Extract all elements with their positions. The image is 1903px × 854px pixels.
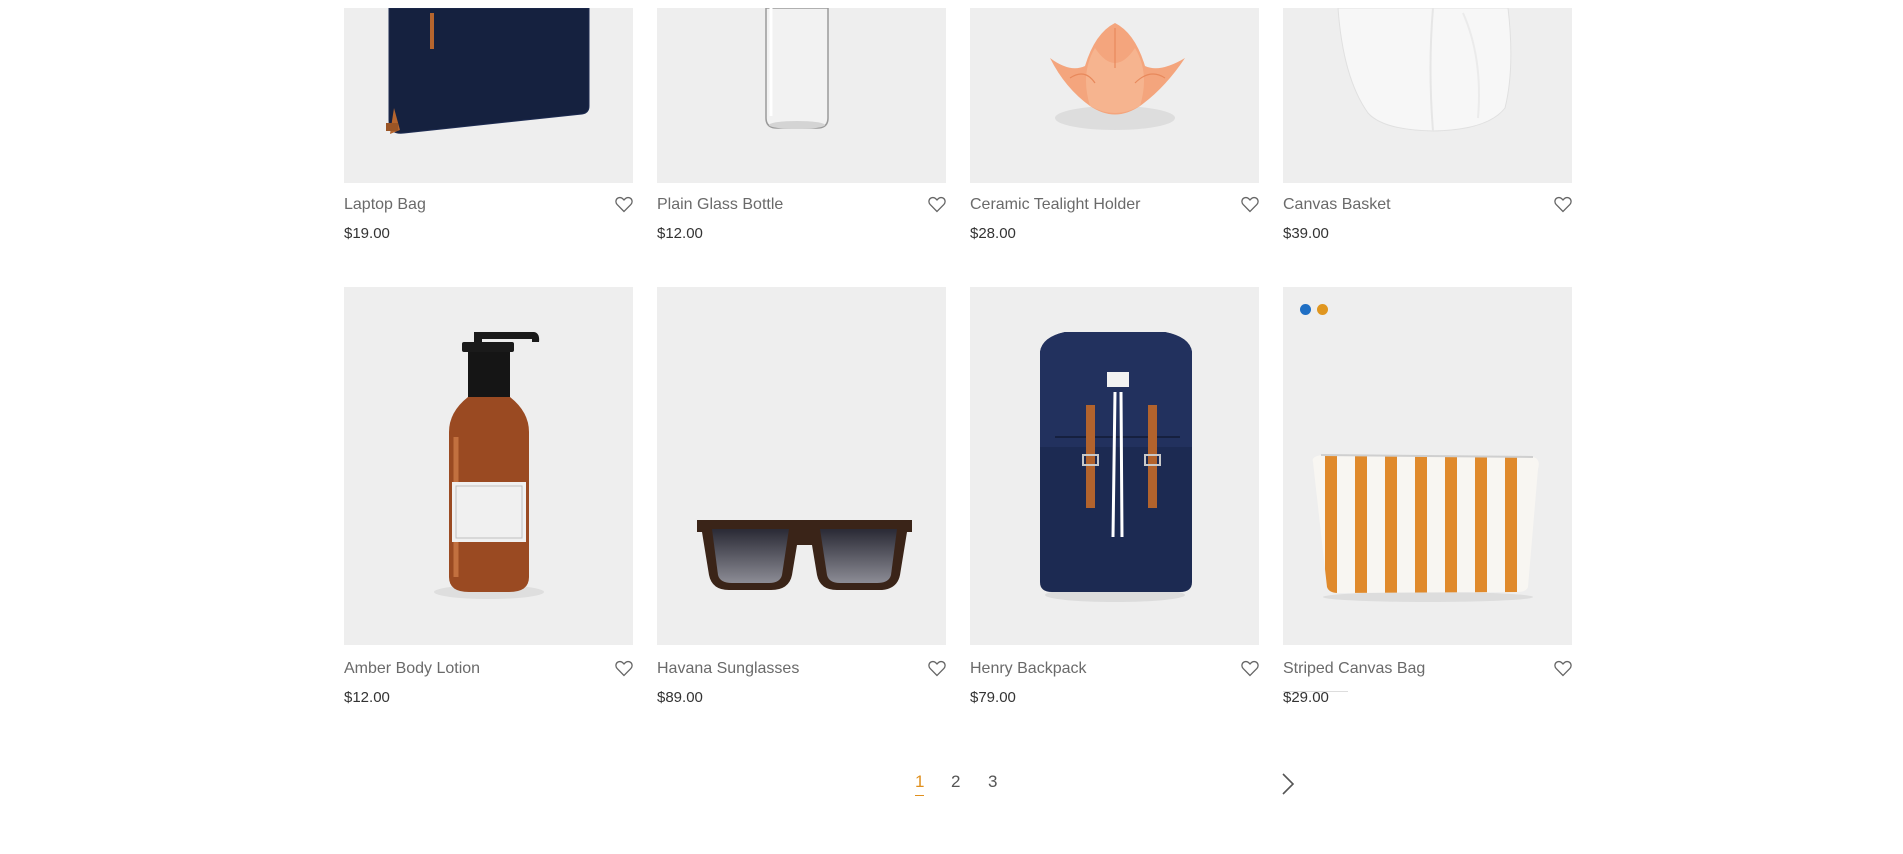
product-name[interactable]: Plain Glass Bottle xyxy=(657,196,783,214)
product-name[interactable]: Havana Sunglasses xyxy=(657,660,799,678)
product-image[interactable] xyxy=(1283,287,1572,645)
heart-icon[interactable] xyxy=(928,660,946,677)
chevron-right-icon[interactable] xyxy=(1278,771,1298,797)
product-price: $19.00 xyxy=(344,225,390,242)
heart-icon[interactable] xyxy=(1554,196,1572,213)
product-name[interactable]: Henry Backpack xyxy=(970,660,1087,678)
page-link-2[interactable]: 2 xyxy=(951,772,960,792)
color-swatch[interactable] xyxy=(1300,304,1311,315)
heart-icon[interactable] xyxy=(1554,660,1572,677)
page-link-1[interactable]: 1 xyxy=(915,772,925,796)
product-image[interactable] xyxy=(970,287,1259,645)
heart-icon[interactable] xyxy=(928,196,946,213)
heart-icon[interactable] xyxy=(615,196,633,213)
product-name[interactable]: Amber Body Lotion xyxy=(344,660,480,678)
heart-icon[interactable] xyxy=(1241,660,1259,677)
heart-icon[interactable] xyxy=(1241,196,1259,213)
product-name[interactable]: Ceramic Tealight Holder xyxy=(970,196,1140,214)
quick-view-underline[interactable] xyxy=(1283,687,1348,692)
product-price: $79.00 xyxy=(970,689,1016,706)
product-name[interactable]: Striped Canvas Bag xyxy=(1283,660,1425,678)
product-name[interactable]: Canvas Basket xyxy=(1283,196,1391,214)
heart-icon[interactable] xyxy=(615,660,633,677)
product-price: $39.00 xyxy=(1283,225,1329,242)
product-image[interactable] xyxy=(344,8,633,183)
product-image[interactable] xyxy=(970,8,1259,183)
product-price: $12.00 xyxy=(657,225,703,242)
product-image[interactable] xyxy=(344,287,633,645)
product-price: $12.00 xyxy=(344,689,390,706)
product-image[interactable] xyxy=(657,8,946,183)
color-swatch[interactable] xyxy=(1317,304,1328,315)
page-link-3[interactable]: 3 xyxy=(988,772,997,792)
product-image[interactable] xyxy=(657,287,946,645)
product-name[interactable]: Laptop Bag xyxy=(344,196,426,214)
product-image[interactable] xyxy=(1283,8,1572,183)
product-price: $28.00 xyxy=(970,225,1016,242)
product-price: $89.00 xyxy=(657,689,703,706)
